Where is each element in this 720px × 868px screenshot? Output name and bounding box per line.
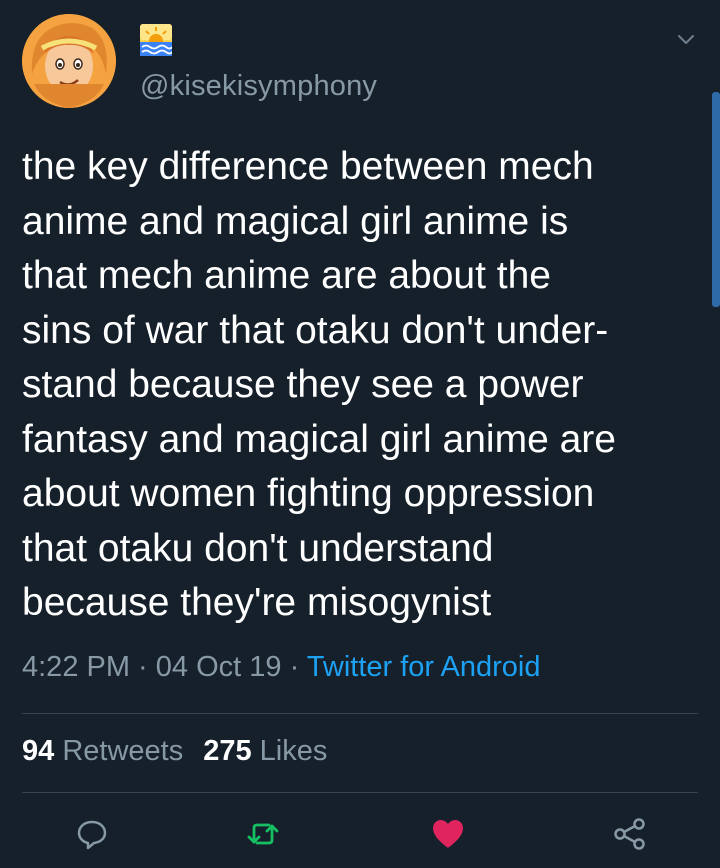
- retweets-count: 94: [22, 735, 55, 767]
- reply-button[interactable]: [74, 816, 110, 852]
- likes-label: Likes: [259, 735, 328, 767]
- retweet-button[interactable]: [245, 816, 281, 852]
- retweet-arrows-icon: [247, 823, 279, 845]
- chevron-down-icon[interactable]: [674, 28, 698, 52]
- avatar-illustration: [22, 14, 116, 108]
- meta-separator: ·: [281, 651, 307, 683]
- meta-separator: ·: [130, 651, 156, 683]
- tweet-text-line: anime and magical girl anime is: [22, 199, 569, 243]
- tweet-text-line: stand because they see a power: [22, 363, 584, 406]
- likes-stat[interactable]: 275 Likes: [203, 735, 327, 767]
- tweet-time[interactable]: 4:22 PM: [22, 651, 130, 683]
- scrollbar[interactable]: [712, 92, 720, 307]
- speech-bubble-icon: [77, 820, 107, 850]
- like-button[interactable]: [430, 816, 466, 852]
- sunrise-over-water-icon: [140, 24, 173, 56]
- tweet-card: @kisekisymphony the key difference betwe…: [0, 0, 720, 868]
- tweet-meta: 4:22 PM · 04 Oct 19 · Twitter for Androi…: [22, 651, 541, 684]
- tweet-text-line: fantasy and magical girl anime are: [22, 417, 616, 461]
- tweet-text-line: about women fighting oppression: [22, 472, 595, 515]
- retweets-label: Retweets: [62, 735, 184, 767]
- tweet-source-link[interactable]: Twitter for Android: [307, 651, 541, 683]
- tweet-text-line: because they're misogynist: [22, 581, 492, 624]
- tweet-text-line: that mech anime are about the: [22, 254, 551, 297]
- tweet-text-line: that otaku don't understand: [22, 526, 494, 570]
- avatar[interactable]: [22, 14, 116, 108]
- divider: [22, 792, 698, 793]
- tweet-date[interactable]: 04 Oct 19: [156, 651, 282, 683]
- share-nodes-icon: [614, 818, 645, 850]
- divider: [22, 713, 698, 714]
- likes-count: 275: [203, 735, 252, 767]
- tweet-stats: 94 Retweets 275 Likes: [22, 735, 327, 768]
- tweet-text-line: the key difference between mech: [22, 145, 594, 188]
- share-button[interactable]: [612, 816, 648, 852]
- retweets-stat[interactable]: 94 Retweets: [22, 735, 183, 767]
- author-handle[interactable]: @kisekisymphony: [140, 70, 377, 103]
- heart-icon: [433, 820, 463, 848]
- tweet-text-line: sins of war that otaku don't under-: [22, 308, 609, 352]
- tweet-text: the key difference between mech anime an…: [22, 140, 712, 631]
